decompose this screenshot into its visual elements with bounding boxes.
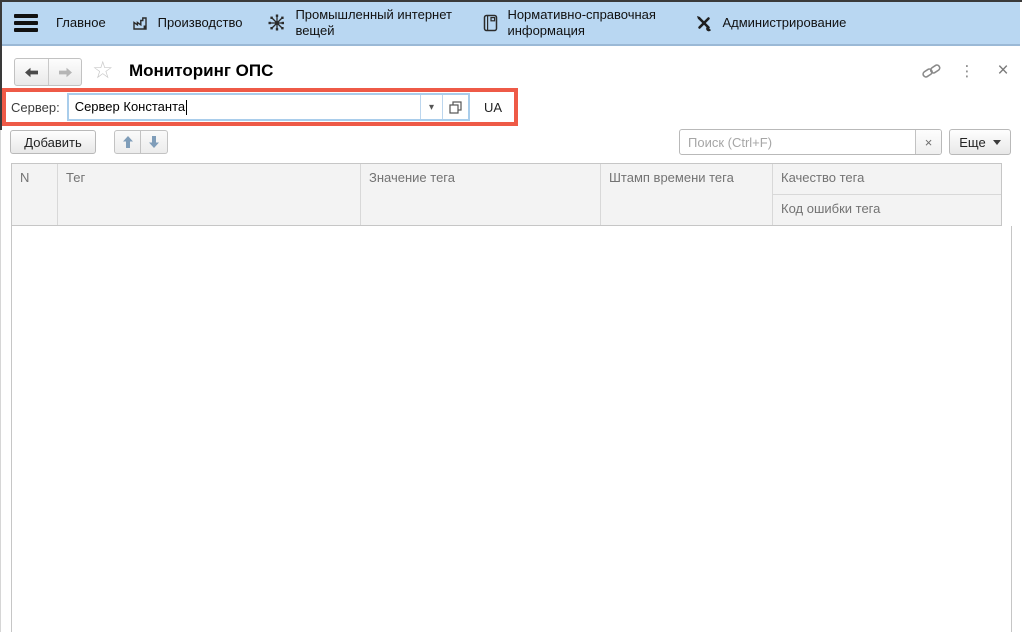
column-header-quality[interactable]: Качество тега (773, 164, 1001, 195)
window-edge-left-lower (0, 130, 1, 632)
hamburger-menu-icon[interactable] (14, 14, 38, 32)
server-input-value: Сервер Константа (69, 99, 420, 115)
window-edge-left (0, 0, 2, 130)
search-box: × (679, 129, 942, 155)
move-row-buttons (114, 130, 168, 154)
history-buttons (14, 58, 82, 86)
main-navbar: Главное Производство Промышленный интерн… (2, 2, 1020, 46)
forward-arrow-icon (58, 66, 73, 79)
server-open-button[interactable] (442, 95, 468, 119)
search-input[interactable] (680, 130, 915, 154)
chevron-down-icon (993, 140, 1001, 145)
clear-search-button[interactable]: × (915, 130, 941, 154)
more-menu-icon[interactable]: ⋮ (956, 60, 978, 82)
nav-item-label: Администрирование (722, 15, 846, 31)
tools-icon (695, 14, 713, 32)
nav-item-reference-info[interactable]: Нормативно-справочная информация (483, 7, 669, 38)
arrow-up-icon (122, 135, 134, 149)
column-header-error-code[interactable]: Код ошибки тега (773, 195, 1001, 225)
server-panel-highlight: Сервер: Сервер Константа ▾ UA (2, 88, 518, 126)
tags-table-header: N Тег Значение тега Штамп времени тега К… (11, 163, 1002, 226)
column-header-tag[interactable]: Тег (58, 164, 361, 225)
move-up-button[interactable] (114, 130, 141, 154)
column-header-number[interactable]: N (12, 164, 58, 225)
server-field-label: Сервер: (11, 100, 60, 115)
nav-item-administration[interactable]: Администрирование (695, 14, 846, 32)
column-header-value[interactable]: Значение тега (361, 164, 601, 225)
book-icon (483, 14, 498, 32)
nav-item-production[interactable]: Производство (132, 15, 243, 31)
column-header-quality-group: Качество тега Код ошибки тега (773, 164, 1001, 225)
nav-item-main[interactable]: Главное (56, 15, 106, 31)
get-link-icon[interactable] (920, 60, 942, 82)
server-input[interactable]: Сервер Константа ▾ (67, 93, 470, 121)
favorite-star-icon[interactable]: ☆ (92, 58, 114, 84)
nav-item-label: Производство (158, 15, 243, 31)
more-button-label: Еще (959, 135, 985, 150)
server-dropdown-button[interactable]: ▾ (420, 95, 442, 119)
more-actions-button[interactable]: Еще (949, 129, 1011, 155)
page-title: Мониторинг ОПС (129, 61, 273, 81)
column-header-timestamp[interactable]: Штамп времени тега (601, 164, 773, 225)
back-arrow-icon (24, 66, 39, 79)
text-cursor (186, 100, 187, 115)
keyboard-language-button[interactable]: UA (477, 100, 509, 115)
app-window: Главное Производство Промышленный интерн… (0, 0, 1026, 632)
tags-table-body[interactable] (11, 226, 1012, 632)
window-action-icons: ⋮ × (920, 60, 1014, 82)
add-button[interactable]: Добавить (10, 130, 96, 154)
move-down-button[interactable] (141, 130, 168, 154)
nav-item-label: Нормативно-справочная информация (507, 7, 669, 38)
arrow-down-icon (148, 135, 160, 149)
close-icon[interactable]: × (992, 60, 1014, 82)
forward-button[interactable] (48, 59, 81, 85)
nav-item-label: Главное (56, 15, 106, 31)
back-button[interactable] (15, 59, 48, 85)
factory-icon (132, 15, 149, 31)
open-in-window-icon (449, 101, 462, 114)
nav-item-label: Промышленный интернет вещей (295, 7, 457, 38)
iot-hub-icon (268, 14, 286, 32)
nav-item-iot[interactable]: Промышленный интернет вещей (268, 7, 457, 38)
